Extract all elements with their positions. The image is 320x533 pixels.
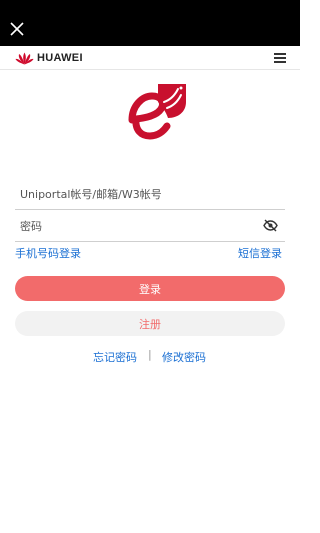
sms-login-link[interactable]: 短信登录 [238,245,282,261]
account-input[interactable] [15,180,285,210]
top-bar [0,0,300,46]
site-header: HUAWEI [0,46,300,70]
forgot-password-link[interactable]: 忘记密码 [93,349,137,365]
password-input[interactable] [15,212,285,242]
register-button[interactable]: 注册 [15,311,285,336]
phone-login-link[interactable]: 手机号码登录 [15,245,81,261]
brand[interactable]: HUAWEI [15,51,83,65]
login-button[interactable]: 登录 [15,276,285,301]
eye-off-icon[interactable] [263,219,278,232]
app-logo-e-icon [128,84,186,140]
brand-name: HUAWEI [37,52,83,64]
huawei-logo-icon [15,52,34,64]
link-separator: | [148,348,152,361]
close-icon[interactable] [8,20,26,38]
account-links: 忘记密码 | 修改密码 [0,348,300,364]
change-password-link[interactable]: 修改密码 [162,349,206,365]
menu-icon[interactable] [274,53,286,63]
